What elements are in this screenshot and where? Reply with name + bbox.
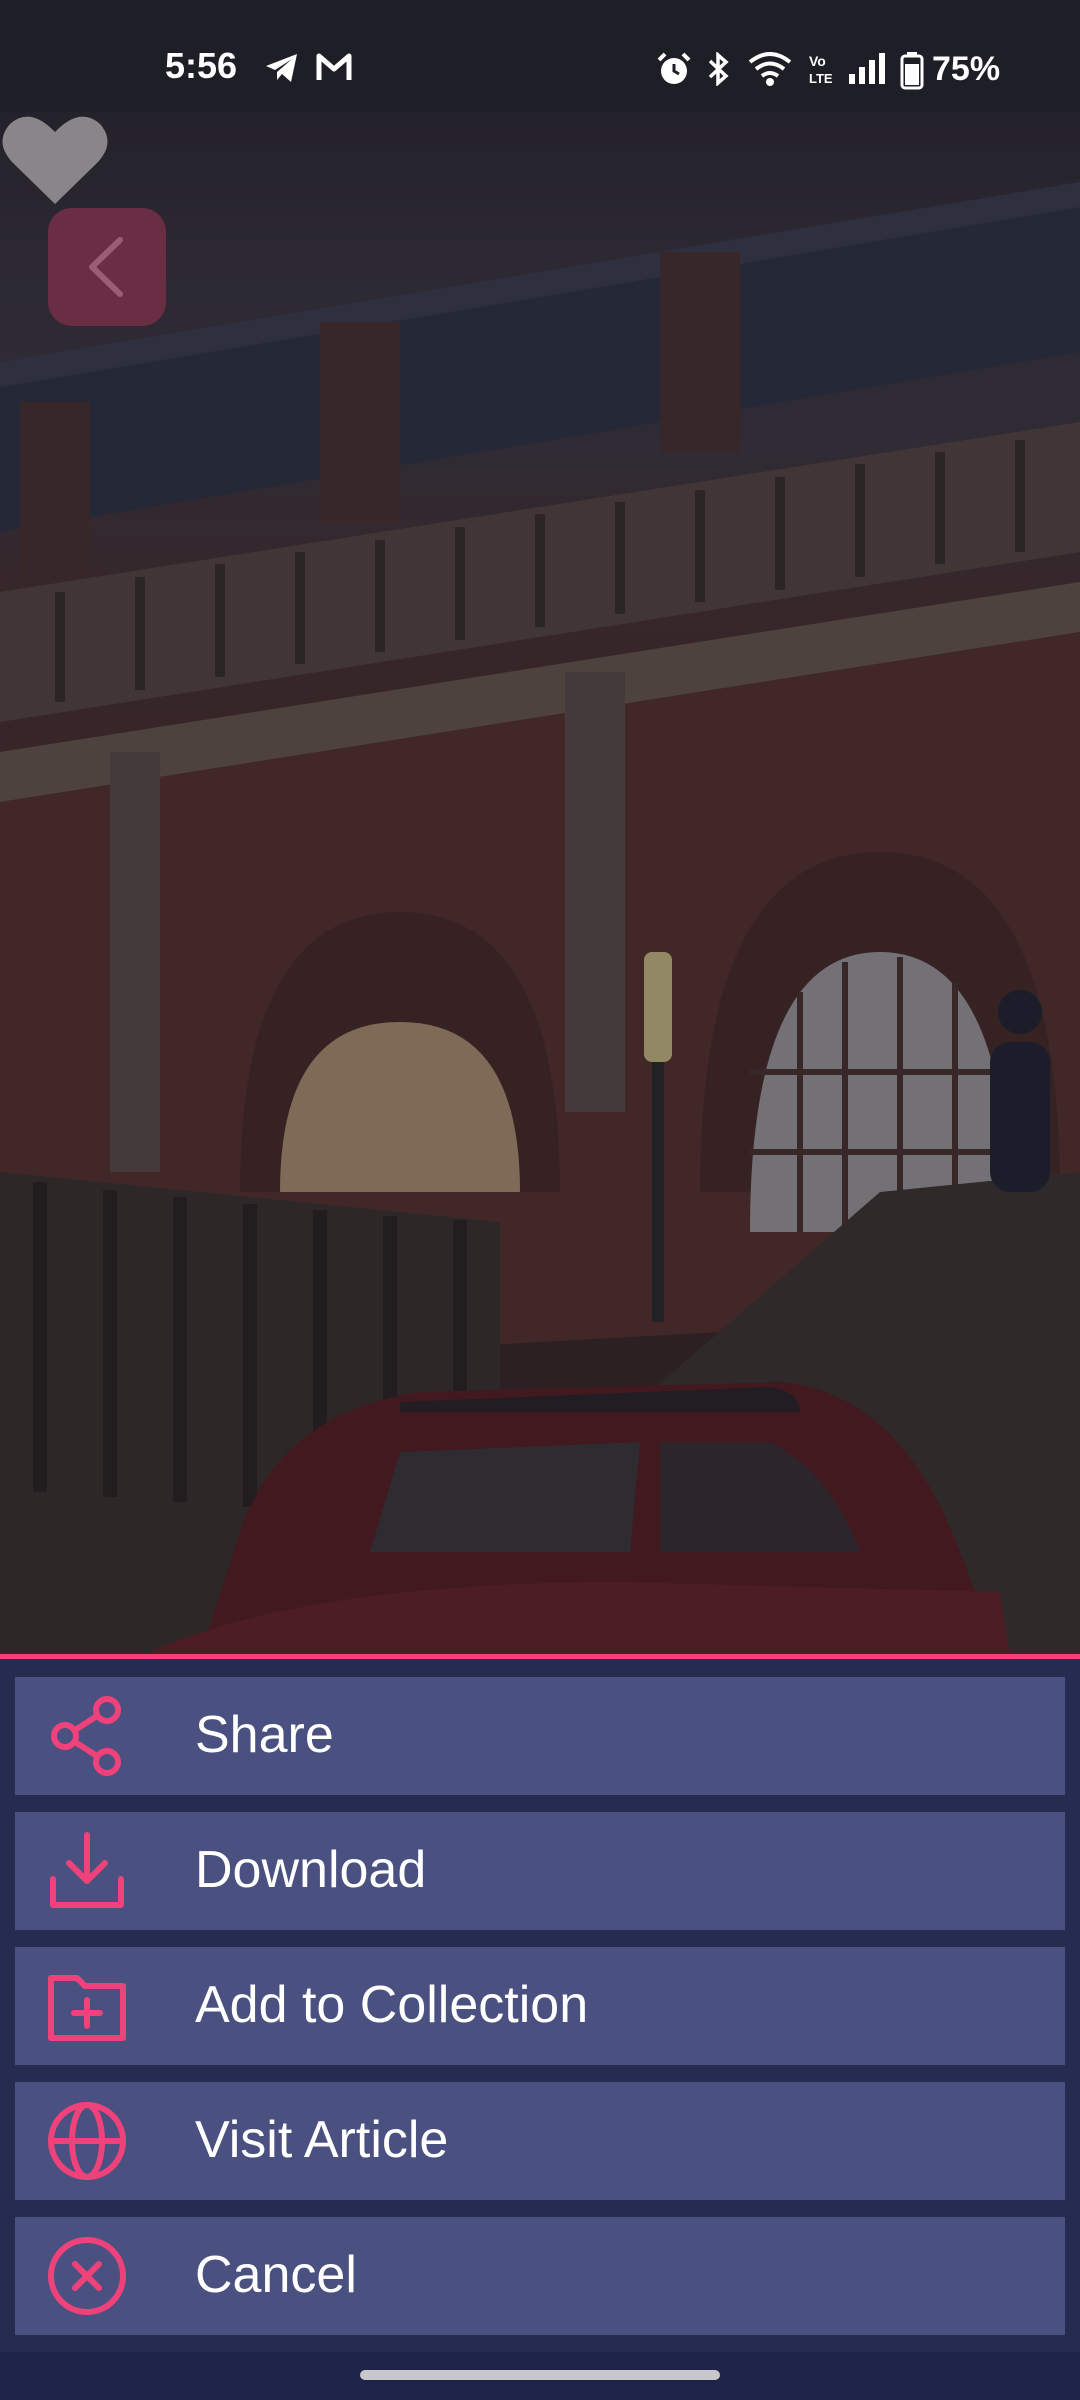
visit-article-button[interactable]: Visit Article [15,2082,1065,2200]
visit-article-label: Visit Article [195,2111,449,2169]
globe-icon [48,2102,126,2180]
add-to-collection-label: Add to Collection [195,1976,589,2034]
wifi-icon [748,52,792,86]
folder-plus-icon [48,1975,126,2041]
download-label: Download [195,1841,427,1899]
battery-percentage: 75% [932,50,1001,88]
download-icon [50,1832,124,1908]
chevron-left-icon [89,237,123,297]
status-bar: 5:56 Vo LTE 75% [0,0,1080,112]
navigation-bar [0,2352,1080,2400]
signal-icon [849,53,885,84]
heart-icon[interactable] [0,112,110,208]
status-time: 5:56 [165,45,238,86]
back-button[interactable] [48,208,166,326]
share-button[interactable]: Share [15,1677,1065,1795]
bluetooth-icon [708,52,729,86]
cancel-button[interactable]: Cancel [15,2217,1065,2335]
volte-icon: Vo LTE [809,53,833,86]
telegram-icon [266,54,297,82]
action-sheet: Share Download Add to Collection Visit A… [0,1654,1080,2352]
cancel-label: Cancel [195,2246,357,2304]
alarm-icon [657,52,691,84]
svg-text:LTE: LTE [809,71,833,86]
wallpaper-photo[interactable]: 108 [0,112,1080,1656]
share-icon [51,1696,121,1776]
download-button[interactable]: Download [15,1812,1065,1930]
photo-dim-overlay [0,112,1080,1656]
svg-text:Vo: Vo [809,53,826,69]
battery-icon [900,52,924,90]
home-gesture-handle[interactable] [360,2370,720,2380]
cancel-circle-icon [48,2237,126,2315]
gmail-icon [316,53,352,80]
share-label: Share [195,1706,334,1764]
add-to-collection-button[interactable]: Add to Collection [15,1947,1065,2065]
